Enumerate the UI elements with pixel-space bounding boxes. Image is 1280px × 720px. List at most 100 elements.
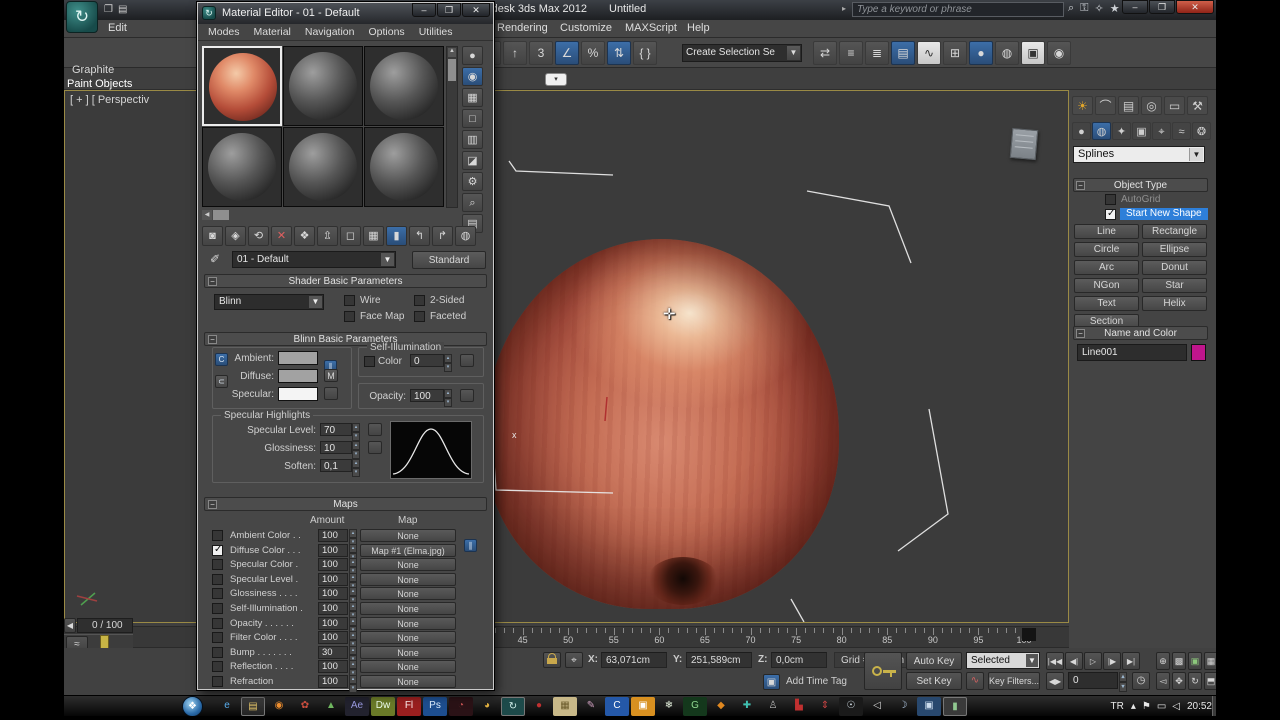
spinner[interactable]: ▴▾ xyxy=(444,389,452,402)
diffuse-color-swatch[interactable] xyxy=(278,369,318,383)
pick-material-eyedropper-icon[interactable]: ✐ xyxy=(210,252,220,266)
sample-slot-4[interactable] xyxy=(202,127,282,207)
current-frame-field[interactable]: 0 xyxy=(1068,672,1118,689)
sample-slot-2[interactable] xyxy=(283,46,363,126)
ribbon-tab-paint-objects[interactable]: Paint Objects xyxy=(67,78,132,90)
y-coordinate-field[interactable]: 251,589cm xyxy=(686,652,752,668)
shape-button-ngon[interactable]: NGon xyxy=(1074,278,1139,293)
value-field[interactable]: 10 xyxy=(320,441,352,454)
key-filters-button[interactable]: Key Filters... xyxy=(988,672,1040,690)
specular-map-button[interactable] xyxy=(324,387,338,400)
map-slot-button[interactable]: None xyxy=(360,573,456,586)
close-button[interactable]: ✕ xyxy=(1176,0,1214,14)
material-name-dropdown[interactable]: 01 - Default ▼ xyxy=(232,251,396,268)
go-to-start-button[interactable]: |◀◀ xyxy=(1046,652,1064,670)
shape-button-circle[interactable]: Circle xyxy=(1074,242,1139,257)
map-enable-checkbox[interactable] xyxy=(212,661,223,672)
app-blue-c-icon[interactable]: C xyxy=(605,697,629,716)
tab-motion[interactable]: ◎ xyxy=(1141,96,1162,115)
start-new-shape-checkbox[interactable] xyxy=(1105,209,1116,220)
set-keys-button[interactable] xyxy=(864,652,902,690)
map-enable-checkbox[interactable] xyxy=(212,647,223,658)
self-illumination-value[interactable]: 0 xyxy=(410,354,444,367)
clock[interactable]: 20:52 xyxy=(1187,701,1212,712)
rendered-frame-window-icon[interactable]: ▣ xyxy=(1021,41,1045,65)
spinner[interactable]: ▴▾ xyxy=(349,675,357,688)
dreamweaver-icon[interactable]: Dw xyxy=(371,697,395,716)
auto-key-button[interactable]: Auto Key xyxy=(906,652,962,670)
communication-icon[interactable]: ✧ xyxy=(1095,2,1104,15)
material-type-button[interactable]: Standard xyxy=(412,251,486,269)
sample-horizontal-scrollbar[interactable]: ◀ xyxy=(202,210,230,220)
menu-help[interactable]: Help xyxy=(687,22,710,34)
moon-app-icon[interactable]: ☽ xyxy=(891,697,915,716)
network-icon[interactable]: ▭ xyxy=(1157,701,1166,712)
get-material-icon[interactable]: ◙ xyxy=(202,226,223,246)
diffuse-map-button[interactable]: M xyxy=(324,369,338,382)
spinner[interactable]: ▴▾ xyxy=(352,459,360,472)
object-name-field[interactable]: Line001 xyxy=(1077,344,1187,361)
key-selection-dropdown[interactable]: Selected ▼ xyxy=(966,652,1040,669)
render-setup-icon[interactable]: ◍ xyxy=(995,41,1019,65)
mic-tray-app-icon[interactable]: ▮ xyxy=(943,697,967,716)
snowflake-app-icon[interactable]: ❄ xyxy=(657,697,681,716)
minimize-button[interactable]: – xyxy=(412,3,436,17)
set-key-button[interactable]: Set Key xyxy=(906,672,962,690)
subtab-helpers[interactable]: ⌖ xyxy=(1152,122,1171,140)
ambient-diffuse-lock-icon[interactable]: C xyxy=(215,353,228,366)
spline-segment[interactable] xyxy=(489,392,613,493)
chair-app-icon[interactable]: ▙ xyxy=(787,697,811,716)
map-amount-field[interactable]: 100 xyxy=(318,675,348,688)
face-map-checkbox[interactable] xyxy=(344,311,355,322)
opacity-map-button[interactable] xyxy=(460,389,474,402)
shape-button-text[interactable]: Text xyxy=(1074,296,1139,311)
render-production-icon[interactable]: ◉ xyxy=(1047,41,1071,65)
spinner[interactable]: ▴▾ xyxy=(349,558,357,571)
spinner[interactable]: ▴▾ xyxy=(349,587,357,600)
scrollbar-thumb[interactable] xyxy=(213,210,229,220)
flash-icon[interactable]: Fl xyxy=(397,697,421,716)
go-to-parent-icon[interactable]: ↰ xyxy=(409,226,430,246)
self-illumination-map-button[interactable] xyxy=(460,354,474,367)
map-slot-button[interactable]: None xyxy=(360,631,456,644)
start-button[interactable]: ❖ xyxy=(182,696,203,717)
close-button[interactable]: ✕ xyxy=(462,3,490,17)
gauge-app-icon[interactable]: ◔ xyxy=(449,697,473,716)
map-slot-button[interactable]: None xyxy=(360,646,456,659)
infocenter-arrow-icon[interactable]: ▸ xyxy=(842,4,846,13)
maps-rollout[interactable]: − Maps xyxy=(204,497,487,511)
map-slot-button[interactable]: None xyxy=(360,558,456,571)
assign-material-to-selection-icon[interactable]: ⟲ xyxy=(248,226,269,246)
app-blue-window-icon[interactable]: ▣ xyxy=(917,697,941,716)
scroll-up-icon[interactable]: ▲ xyxy=(448,48,456,57)
zoom-button[interactable]: ⊕ xyxy=(1156,652,1170,670)
reset-map-icon[interactable]: ✕ xyxy=(271,226,292,246)
spinner-snap-toggle-icon[interactable]: ⇅ xyxy=(607,41,631,65)
map-enable-checkbox[interactable] xyxy=(212,618,223,629)
menu-customize[interactable]: Customize xyxy=(560,22,612,34)
internet-explorer-icon[interactable]: e xyxy=(215,697,239,716)
pan-button[interactable]: ✥ xyxy=(1172,672,1186,690)
map-enable-checkbox[interactable] xyxy=(212,530,223,541)
map-amount-field[interactable]: 100 xyxy=(318,529,348,542)
map-enable-checkbox[interactable] xyxy=(212,632,223,643)
shape-button-arc[interactable]: Arc xyxy=(1074,260,1139,275)
z-coordinate-field[interactable]: 0,0cm xyxy=(771,652,827,668)
key-mode-toggle[interactable]: ◀▶ xyxy=(1046,672,1064,690)
put-material-to-scene-icon[interactable]: ◈ xyxy=(225,226,246,246)
collapse-icon[interactable]: − xyxy=(208,335,217,344)
shader-type-dropdown[interactable]: Blinn ▼ xyxy=(214,294,324,310)
chevron-down-icon[interactable]: ▼ xyxy=(381,253,394,266)
spinner[interactable]: ▴▾ xyxy=(349,573,357,586)
map-slot-button[interactable]: None xyxy=(360,660,456,673)
make-preview-icon[interactable]: ◪ xyxy=(462,151,483,170)
photoshop-icon[interactable]: Ps xyxy=(423,697,447,716)
specular-color-swatch[interactable] xyxy=(278,387,318,401)
video-color-check-icon[interactable]: ▥ xyxy=(462,130,483,149)
go-forward-to-sibling-icon[interactable]: ↱ xyxy=(432,226,453,246)
app-red-swirl-icon[interactable]: ✿ xyxy=(293,697,317,716)
frame-spinner[interactable]: ▴▾ xyxy=(1119,672,1127,689)
map-slot-button[interactable]: None xyxy=(360,617,456,630)
faceted-checkbox[interactable] xyxy=(414,311,425,322)
curve-editor-icon[interactable]: ∿ xyxy=(917,41,941,65)
